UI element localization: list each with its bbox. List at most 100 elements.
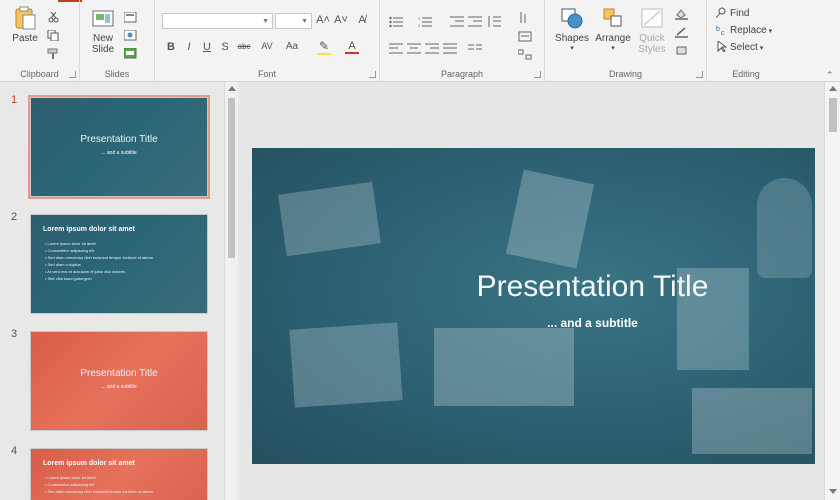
cut-icon[interactable] [47,10,60,23]
font-group: ▼ ▼ A˄ A˅ A̸ B I U S abc AV Aa ✎ A Font [155,0,380,82]
replace-button[interactable]: b c Replace ▾ [716,24,772,37]
slide-title[interactable]: Presentation Title [252,270,815,304]
line-spacing-icon[interactable] [487,14,501,27]
drawing-group-label: Drawing [608,69,642,79]
thumbnail-2-bullet: Sed diam nonummy nibh euismod tempor inc… [45,254,154,261]
arrange-dropdown-icon: ▾ [611,45,615,52]
clipboard-group-label: Clipboard [20,69,59,79]
section-icon[interactable] [123,46,137,59]
columns-icon[interactable] [468,41,482,52]
shape-outline-icon[interactable] [675,25,688,38]
decrease-indent-icon[interactable] [450,14,464,27]
justify-icon[interactable] [443,41,457,54]
font-name-combobox[interactable]: ▼ [162,13,273,29]
shapes-button[interactable]: Shapes ▾ [553,6,591,52]
highlight-icon[interactable]: ✎ [317,39,331,55]
find-label: Find [730,8,750,19]
slide-editing-canvas: Presentation Title ... and a subtitle [240,82,824,500]
align-text-icon[interactable] [518,29,532,42]
scrollbar-thumb[interactable] [829,98,837,132]
font-dialog-launcher[interactable] [369,71,376,78]
clipboard-group: Paste Clipboard [0,0,80,82]
italic-button[interactable]: I [182,41,196,53]
thumbnail-2-heading: Lorem ipsum dolor sit amet [43,226,135,233]
change-case-button[interactable]: Aa [283,41,301,52]
scroll-up-arrow[interactable] [228,86,236,91]
text-direction-icon[interactable] [518,10,532,23]
slide-subtitle[interactable]: ... and a subtitle [252,316,815,330]
quick-styles-label-line2: Styles [638,44,666,55]
thumbnail-4-bullet: Sed diam nonummy nibh euismod tempor inc… [45,488,154,495]
font-size-combobox[interactable]: ▼ [275,13,312,29]
thumbnail-1-title: Presentation Title [80,134,158,145]
select-button[interactable]: Select ▾ [716,40,763,53]
replace-icon: bc [716,24,727,37]
strikethrough-button[interactable]: abc [235,42,253,51]
shapes-dropdown-icon: ▾ [570,45,574,52]
scroll-up-arrow[interactable] [829,86,837,91]
paragraph-group: 12 Paragraph [380,0,545,82]
canvas-scrollbar[interactable] [824,82,840,500]
scroll-down-arrow[interactable] [829,489,837,494]
layout-icon[interactable] [123,10,137,23]
background-paper-image [692,388,812,454]
thumbnail-2-bullet: Sed diam voluptua [45,261,153,268]
find-button[interactable]: Find [715,7,750,19]
text-shadow-button[interactable]: S [218,41,232,53]
current-slide[interactable]: Presentation Title ... and a subtitle [252,148,815,464]
select-label: Select [730,42,758,53]
increase-indent-icon[interactable] [468,14,482,27]
font-name-dropdown-icon[interactable]: ▼ [262,18,269,25]
clear-formatting-button[interactable]: A̸ [355,14,369,26]
slide-thumbnail-1[interactable]: Presentation Title ... and a subtitle [28,95,210,199]
shrink-font-button[interactable]: A˅ [334,14,348,26]
thumbnail-4-bullets: Lorem ipsum dolor sit amet Consectetur a… [45,474,154,495]
underline-button[interactable]: U [200,41,214,53]
paste-icon [12,6,38,30]
new-slide-button[interactable]: New Slide [86,6,120,55]
new-slide-label-line2: Slide [91,44,115,55]
bullets-icon[interactable] [389,14,403,28]
align-center-icon[interactable] [407,41,421,54]
slide-number-4: 4 [11,445,18,457]
background-person-image [757,178,812,278]
thumbnail-2-bullet: Lorem ipsum dolor sit amet [45,240,153,247]
replace-label: Replace [730,25,767,36]
slide-thumbnail-2[interactable]: Lorem ipsum dolor sit amet Lorem ipsum d… [30,214,208,314]
arrange-button[interactable]: Arrange ▾ [593,6,633,52]
shape-fill-icon[interactable] [675,7,688,20]
align-left-icon[interactable] [389,41,403,54]
slide-thumbnail-3[interactable]: Presentation Title ... and a subtitle [30,331,208,431]
thumbnail-4-bullet: Lorem ipsum dolor sit amet [45,474,153,481]
copy-icon[interactable] [47,28,60,42]
character-spacing-button[interactable]: AV [258,41,276,51]
thumbnail-scrollbar[interactable] [224,82,238,500]
slide-number-2: 2 [11,211,18,223]
thumbnail-4-bullet: Consectetur adipiscing elit [45,481,153,488]
paragraph-dialog-launcher[interactable] [534,71,541,78]
thumbnail-2-bullet: Stet clita kasd gubergren [45,275,153,282]
slide-thumbnail-4[interactable]: Lorem ipsum dolor sit amet Lorem ipsum d… [30,448,208,500]
numbering-icon[interactable]: 12 [418,14,432,28]
quick-styles-button[interactable]: Quick Styles [633,6,671,55]
drawing-dialog-launcher[interactable] [696,71,703,78]
bold-button[interactable]: B [164,41,178,53]
font-size-dropdown-icon[interactable]: ▼ [301,18,308,25]
background-laptop-image [289,322,403,408]
collapse-ribbon-icon[interactable]: ⌃ [826,70,834,81]
background-laptop-image [505,169,595,269]
reset-icon[interactable] [123,28,137,41]
paste-label: Paste [12,33,38,44]
shapes-label: Shapes [555,33,589,44]
clipboard-dialog-launcher[interactable] [69,71,76,78]
format-painter-icon[interactable] [47,46,60,59]
grow-font-button[interactable]: A˄ [316,14,330,26]
scrollbar-thumb[interactable] [228,98,235,258]
font-color-button[interactable]: A [345,40,359,54]
smartart-icon[interactable] [517,47,532,60]
arrange-icon [600,6,626,30]
paste-button[interactable]: Paste [8,6,42,44]
shape-effects-icon[interactable] [675,43,688,55]
align-right-icon[interactable] [425,41,439,54]
slide-thumbnail-pane: 1 Presentation Title ... and a subtitle … [0,82,240,500]
